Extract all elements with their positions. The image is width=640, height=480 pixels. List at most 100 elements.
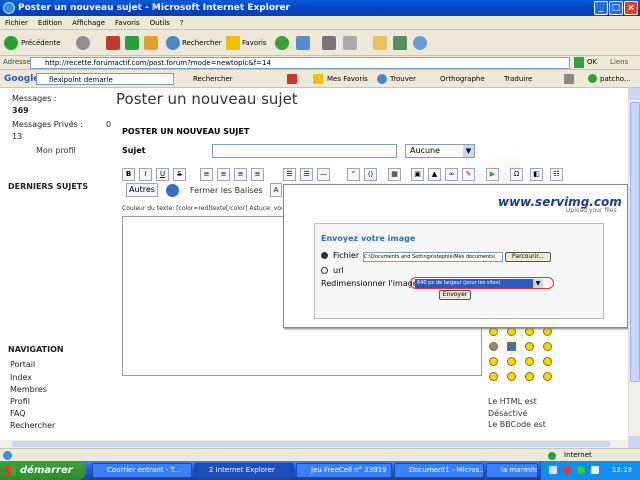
tray-icon[interactable] — [563, 466, 571, 474]
more-tools-icon[interactable]: ☷ — [550, 168, 563, 181]
hscroll-thumb[interactable] — [12, 441, 610, 447]
subject-input[interactable] — [212, 144, 397, 158]
smiley-icon[interactable] — [489, 342, 498, 351]
smiley-icon[interactable] — [525, 327, 534, 336]
history-icon[interactable] — [275, 36, 289, 50]
radio-file[interactable] — [321, 252, 328, 259]
start-button[interactable]: démarrer — [0, 461, 86, 480]
window-titlebar[interactable]: Poster un nouveau sujet - Microsoft Inte… — [0, 0, 640, 16]
tray-icon[interactable] — [549, 466, 557, 474]
nav-portail[interactable]: Portail — [10, 360, 35, 369]
forward-icon[interactable] — [76, 36, 90, 50]
nav-faq[interactable]: FAQ — [10, 409, 26, 418]
flash-icon[interactable]: ✎ — [462, 168, 475, 181]
list-icon[interactable]: ☰ — [283, 168, 296, 181]
smiley-icon[interactable] — [507, 327, 516, 336]
google-favorites-button[interactable]: Mes Favoris — [327, 73, 368, 85]
google-user[interactable]: patcho... — [600, 73, 631, 85]
task-mail[interactable]: Courrier entrant - T... — [92, 463, 192, 478]
align-right-icon[interactable]: ≡ — [234, 168, 247, 181]
refresh-icon[interactable] — [125, 36, 139, 50]
print-icon[interactable] — [322, 36, 336, 50]
chevron-down-icon[interactable]: ▼ — [533, 279, 543, 288]
back-icon[interactable] — [4, 36, 18, 50]
google-translate-button[interactable]: Traduire — [504, 73, 532, 85]
search-button[interactable]: Rechercher — [182, 34, 222, 52]
help-icon[interactable] — [166, 184, 179, 197]
smiley-icon[interactable] — [543, 372, 552, 381]
task-freecell[interactable]: Jeu FreeCell n° 23919 — [296, 463, 392, 478]
scroll-thumb[interactable] — [630, 102, 640, 382]
favorites-star-icon[interactable] — [226, 36, 240, 50]
quote-icon[interactable]: “ — [347, 168, 360, 181]
nav-membres[interactable]: Membres — [10, 385, 47, 394]
home-icon[interactable] — [144, 36, 158, 50]
table-icon[interactable]: ▦ — [388, 168, 401, 181]
font-size-icon[interactable]: A — [270, 183, 282, 197]
autres-button[interactable]: Autres — [126, 183, 158, 197]
google-logo[interactable]: Google — [4, 73, 39, 85]
smiley-icon[interactable] — [543, 357, 552, 366]
nav-index[interactable]: Index — [10, 373, 32, 382]
edit-icon[interactable] — [343, 36, 357, 50]
clock[interactable]: 13:19 — [612, 466, 632, 474]
vertical-scrollbar[interactable] — [628, 88, 640, 448]
link-icon[interactable]: ∞ — [445, 168, 458, 181]
align-left-icon[interactable]: ≡ — [200, 168, 213, 181]
messenger-icon[interactable] — [413, 36, 427, 50]
nav-profil[interactable]: Profil — [10, 397, 30, 406]
links-label[interactable]: Liens — [610, 58, 628, 66]
find-icon[interactable] — [377, 74, 387, 84]
task-word[interactable]: Document1 - Micros... — [394, 463, 484, 478]
go-button[interactable]: OK — [587, 58, 597, 66]
file-path-input[interactable]: C:\Documents and Settings\stephie\Mes do… — [363, 252, 503, 262]
my-profile-link[interactable]: Mon profil — [36, 146, 76, 155]
scroll-down-icon[interactable] — [629, 436, 640, 448]
smiley-icon[interactable] — [489, 372, 498, 381]
radio-url[interactable] — [321, 267, 328, 274]
folder-icon[interactable] — [373, 36, 387, 50]
scroll-up-icon[interactable] — [629, 88, 640, 100]
strike-button[interactable]: S — [173, 168, 186, 181]
favorites-button[interactable]: Favoris — [242, 34, 267, 52]
popup-blocker-icon[interactable] — [287, 74, 297, 84]
menu-favoris[interactable]: Favoris — [110, 16, 145, 30]
google-spell-button[interactable]: Orthographe — [440, 73, 485, 85]
symbol-icon[interactable]: Ω — [510, 168, 523, 181]
go-arrow-icon[interactable] — [574, 57, 584, 68]
bold-button[interactable]: B — [122, 168, 135, 181]
smiley-icon[interactable] — [525, 342, 534, 351]
smiley-icon[interactable] — [543, 327, 552, 336]
menu-edition[interactable]: Edition — [33, 16, 67, 30]
horizontal-scrollbar[interactable] — [0, 440, 628, 448]
smiley-icon[interactable] — [543, 342, 552, 351]
tray-icon[interactable] — [577, 466, 585, 474]
resize-select[interactable]: 640 px de largeur (pour les sites) — [415, 279, 533, 288]
close-tags-button[interactable]: Fermer les Balises — [190, 186, 263, 195]
bookmark-star-icon[interactable] — [313, 74, 323, 84]
address-input[interactable]: http://recette.forumactif.com/post.forum… — [30, 57, 570, 69]
google-search-input[interactable]: flexipoint demarle — [36, 73, 174, 85]
chevron-down-icon[interactable]: ▼ — [463, 145, 474, 157]
smiley-icon[interactable] — [525, 372, 534, 381]
smiley-icon[interactable] — [507, 357, 516, 366]
research-icon[interactable] — [393, 36, 407, 50]
maximize-icon[interactable]: □ — [609, 1, 623, 15]
upload-image-icon[interactable]: ▲ — [428, 168, 441, 181]
align-justify-icon[interactable]: ≡ — [251, 168, 264, 181]
stop-icon[interactable] — [106, 36, 120, 50]
color-icon[interactable]: ◧ — [530, 168, 543, 181]
nav-rechercher[interactable]: Rechercher — [10, 421, 55, 430]
image-icon[interactable]: ▣ — [411, 168, 424, 181]
italic-button[interactable]: I — [139, 168, 152, 181]
smiley-icon[interactable] — [489, 357, 498, 366]
code-icon[interactable]: ⟨⟩ — [364, 168, 377, 181]
task-folder[interactable]: la marmite — [486, 463, 538, 478]
send-button[interactable]: Envoyer — [439, 290, 471, 300]
back-button[interactable]: Précédente — [21, 34, 61, 52]
align-center-icon[interactable]: ≡ — [217, 168, 230, 181]
star-icon[interactable] — [507, 342, 516, 351]
video-icon[interactable]: ▶ — [486, 168, 499, 181]
google-find-button[interactable]: Trouver — [390, 73, 416, 85]
mail-icon[interactable] — [296, 36, 310, 50]
